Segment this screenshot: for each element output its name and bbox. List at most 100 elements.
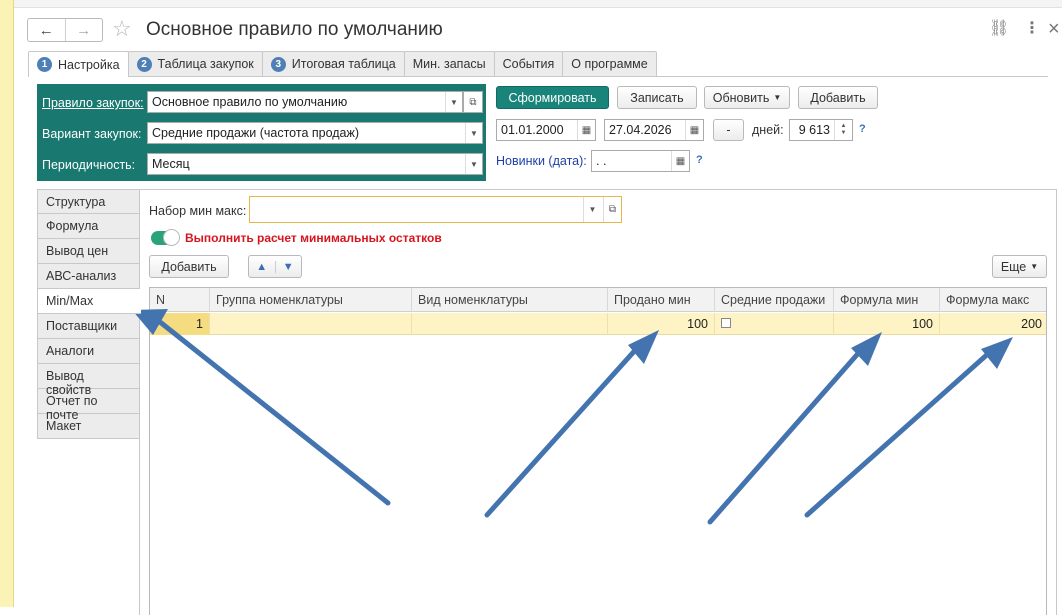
settings-block: Правило закупок: Основное правило по умо… xyxy=(37,84,486,181)
forward-button[interactable]: → xyxy=(66,19,103,41)
minmax-set-dropdown-icon[interactable]: ▼ xyxy=(583,197,601,222)
calendar-icon[interactable]: ▦ xyxy=(577,120,595,140)
chevron-down-icon: ▼ xyxy=(1030,262,1039,271)
variant-field[interactable]: Средние продажи (частота продаж) ▼ xyxy=(147,122,483,144)
favorite-star-icon[interactable]: ☆ xyxy=(112,17,132,41)
col-avg-sales[interactable]: Средние продажи xyxy=(715,288,834,312)
save-button[interactable]: Записать xyxy=(617,86,697,109)
period-field[interactable]: Месяц ▼ xyxy=(147,153,483,175)
days-label: дней: xyxy=(752,123,784,137)
days-input[interactable]: 9 613 ▲ ▼ xyxy=(789,119,853,141)
rule-dropdown-icon[interactable]: ▼ xyxy=(445,92,462,112)
days-value: 9 613 xyxy=(798,123,830,137)
side-item-properties-output[interactable]: Вывод свойств xyxy=(37,364,140,397)
new-items-date-input[interactable]: . . ▦ xyxy=(591,150,690,172)
new-items-help-icon[interactable]: ? xyxy=(696,154,703,166)
tab-about[interactable]: О программе xyxy=(562,51,657,76)
back-button[interactable]: ← xyxy=(28,19,66,41)
cell-formula-max[interactable]: 200 xyxy=(940,313,1048,335)
more-label: Еще xyxy=(1000,259,1027,274)
side-item-price-output[interactable]: Вывод цен xyxy=(37,239,140,264)
variant-value: Средние продажи (частота продаж) xyxy=(152,126,360,140)
rule-field[interactable]: Основное правило по умолчанию ▼ ⧉ xyxy=(147,91,483,113)
spinner-icon[interactable]: ▲ ▼ xyxy=(834,120,852,140)
side-item-abc-analysis[interactable]: АВС-анализ xyxy=(37,264,140,289)
rule-open-icon[interactable]: ⧉ xyxy=(463,91,483,113)
cell-kind[interactable] xyxy=(412,313,608,335)
minmax-table[interactable]: N Группа номенклатуры Вид номенклатуры П… xyxy=(149,287,1047,615)
side-item-suppliers[interactable]: Поставщики xyxy=(37,314,140,339)
days-help-icon[interactable]: ? xyxy=(859,123,866,135)
tab-label: Таблица закупок xyxy=(157,57,254,71)
period-value: Месяц xyxy=(152,157,190,171)
tab-summary-table[interactable]: 3 Итоговая таблица xyxy=(261,51,405,76)
top-strip xyxy=(14,0,1062,8)
tab-min-stock[interactable]: Мин. запасы xyxy=(403,51,495,76)
min-stock-toggle-label: Выполнить расчет минимальных остатков xyxy=(185,231,442,245)
tab-purchase-table[interactable]: 2 Таблица закупок xyxy=(127,51,263,76)
rule-label-link[interactable]: Правило закупок: xyxy=(42,95,144,111)
cell-formula-min[interactable]: 100 xyxy=(834,313,940,335)
cell-avg-sales[interactable] xyxy=(715,313,834,335)
calendar-icon[interactable]: ▦ xyxy=(685,120,703,140)
tab-label: Итоговая таблица xyxy=(291,57,396,71)
refresh-label: Обновить xyxy=(712,90,770,105)
min-stock-toggle[interactable] xyxy=(151,229,180,246)
col-n[interactable]: N xyxy=(150,288,210,312)
period-dropdown-icon[interactable]: ▼ xyxy=(465,154,482,174)
link-icon[interactable]: ⛓ xyxy=(989,18,1009,40)
form-title: Основное правило по умолчанию xyxy=(146,19,443,40)
toggle-knob xyxy=(163,229,180,246)
close-icon[interactable]: × xyxy=(1048,18,1060,40)
tab-settings[interactable]: 1 Настройка xyxy=(28,51,129,77)
tab-number-2: 2 xyxy=(136,56,152,72)
chevron-down-icon: ▼ xyxy=(773,93,782,102)
side-menu: Структура Формула Вывод цен АВС-анализ M… xyxy=(37,189,141,439)
cell-group[interactable] xyxy=(210,313,412,335)
col-formula-max[interactable]: Формула макс xyxy=(940,288,1048,312)
tab-events[interactable]: События xyxy=(493,51,564,76)
table-header: N Группа номенклатуры Вид номенклатуры П… xyxy=(150,288,1046,312)
side-item-minmax[interactable]: Min/Max xyxy=(37,289,141,314)
col-sold-min[interactable]: Продано мин xyxy=(608,288,715,312)
tab-number-3: 3 xyxy=(270,56,286,72)
period-label: Периодичность: xyxy=(42,158,136,172)
new-items-label: Новинки (дата): xyxy=(496,154,587,168)
refresh-button[interactable]: Обновить ▼ xyxy=(704,86,790,109)
forward-arrow-icon: → xyxy=(76,21,92,39)
back-arrow-icon: ← xyxy=(38,21,54,39)
tab-divider xyxy=(28,76,1048,77)
form-window: ← → ☆ Основное правило по умолчанию ⛓ ⋮ … xyxy=(14,8,1062,615)
tab-label: Настройка xyxy=(58,57,120,72)
tab-label: Мин. запасы xyxy=(412,57,486,71)
generate-button[interactable]: Сформировать xyxy=(496,86,609,109)
rule-value: Основное правило по умолчанию xyxy=(152,95,348,109)
more-menu-icon[interactable]: ⋮ xyxy=(1024,18,1040,40)
minus-button[interactable]: - xyxy=(713,119,744,141)
calendar-icon[interactable]: ▦ xyxy=(671,151,689,171)
side-item-formula[interactable]: Формула xyxy=(37,214,140,239)
move-up-icon[interactable]: ▲ xyxy=(249,260,276,273)
tab-number-1: 1 xyxy=(37,57,52,72)
table-row[interactable]: 1 100 100 200 xyxy=(150,313,1046,335)
variant-dropdown-icon[interactable]: ▼ xyxy=(465,123,482,143)
avg-sales-checkbox[interactable] xyxy=(721,318,731,328)
date-from-value: 01.01.2000 xyxy=(501,123,564,137)
more-button[interactable]: Еще ▼ xyxy=(992,255,1047,278)
move-down-icon[interactable]: ▼ xyxy=(276,261,302,273)
date-to-input[interactable]: 27.04.2026 ▦ xyxy=(604,119,704,141)
grid-add-button[interactable]: Добавить xyxy=(149,255,229,278)
col-formula-min[interactable]: Формула мин xyxy=(834,288,940,312)
add-button[interactable]: Добавить xyxy=(798,86,878,109)
side-item-analogs[interactable]: Аналоги xyxy=(37,339,140,364)
minmax-set-input[interactable]: ▼ ⧉ xyxy=(249,196,622,223)
col-kind[interactable]: Вид номенклатуры xyxy=(412,288,608,312)
new-items-date-value: . . xyxy=(596,154,607,168)
left-strip xyxy=(0,0,14,607)
cell-n[interactable]: 1 xyxy=(150,313,210,335)
col-group[interactable]: Группа номенклатуры xyxy=(210,288,412,312)
minmax-set-open-icon[interactable]: ⧉ xyxy=(603,197,621,222)
cell-sold-min[interactable]: 100 xyxy=(608,313,715,335)
date-from-input[interactable]: 01.01.2000 ▦ xyxy=(496,119,596,141)
side-item-structure[interactable]: Структура xyxy=(37,189,140,214)
